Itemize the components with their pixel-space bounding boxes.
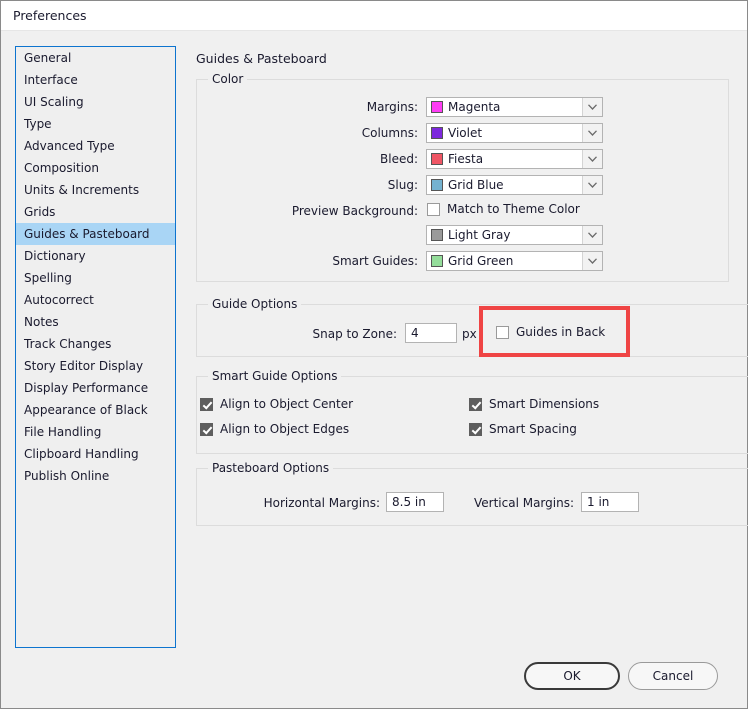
smart-guides-color-combo[interactable]: Grid Green xyxy=(426,251,603,271)
columns-color-combo[interactable]: Violet xyxy=(426,123,603,143)
chevron-down-icon[interactable] xyxy=(582,150,602,168)
sidebar-item-grids[interactable]: Grids xyxy=(16,201,175,223)
sidebar-item-display-performance[interactable]: Display Performance xyxy=(16,377,175,399)
guide-options-group-label: Guide Options xyxy=(208,297,302,311)
smart-guide-options-group: Smart Guide Options xyxy=(196,369,748,454)
snap-to-zone-label: Snap to Zone: xyxy=(312,327,397,341)
margins-color-combo-swatch xyxy=(431,101,443,113)
align-to-object-center-checkbox-checked-icon[interactable] xyxy=(200,397,213,411)
smart-guides-label: Smart Guides: xyxy=(332,254,418,268)
ok-button-label: OK xyxy=(563,669,581,683)
chevron-down-icon[interactable] xyxy=(582,176,602,194)
smart-dimensions[interactable]: Smart Dimensions xyxy=(469,397,599,411)
margins-color-combo[interactable]: Magenta xyxy=(426,97,603,117)
match-to-theme-color[interactable]: Match to Theme Color xyxy=(427,202,580,216)
columns-color-combo-value: Violet xyxy=(448,126,483,140)
align-to-object-edges-checkbox-checked-icon[interactable] xyxy=(200,422,213,436)
match-to-theme-color-label: Match to Theme Color xyxy=(447,202,580,216)
cancel-button[interactable]: Cancel xyxy=(628,662,718,690)
smart-spacing[interactable]: Smart Spacing xyxy=(469,422,577,436)
chevron-down-icon[interactable] xyxy=(582,226,602,244)
margins-color-combo-value: Magenta xyxy=(448,100,501,114)
preview-background-color-combo-value: Light Gray xyxy=(448,228,511,242)
sidebar-item-ui-scaling[interactable]: UI Scaling xyxy=(16,91,175,113)
preview-background-label: Preview Background: xyxy=(291,204,418,218)
title-bar: Preferences xyxy=(1,1,747,31)
sidebar-item-publish-online[interactable]: Publish Online xyxy=(16,465,175,487)
sidebar-item-file-handling[interactable]: File Handling xyxy=(16,421,175,443)
sidebar-item-advanced-type[interactable]: Advanced Type xyxy=(16,135,175,157)
slug-color-combo-value: Grid Blue xyxy=(448,178,504,192)
preferences-dialog: Preferences General Interface UI Scaling Ty… xyxy=(0,0,748,709)
sidebar-item-notes[interactable]: Notes xyxy=(16,311,175,333)
sidebar-item-spelling[interactable]: Spelling xyxy=(16,267,175,289)
preview-background-color-combo-swatch xyxy=(431,229,443,241)
smart-guides-color-combo-swatch xyxy=(431,255,443,267)
category-list[interactable]: General Interface UI Scaling Type Advanced T… xyxy=(15,46,176,648)
slug-color-combo[interactable]: Grid Blue xyxy=(426,175,603,195)
sidebar-item-appearance-of-black[interactable]: Appearance of Black xyxy=(16,399,175,421)
align-to-object-center[interactable]: Align to Object Center xyxy=(200,397,353,411)
columns-label: Columns: xyxy=(361,126,418,140)
bleed-label: Bleed: xyxy=(380,152,418,166)
slug-color-combo-swatch xyxy=(431,179,443,191)
horizontal-margins-label: Horizontal Margins: xyxy=(263,496,380,510)
cancel-button-label: Cancel xyxy=(652,669,694,683)
align-to-object-edges[interactable]: Align to Object Edges xyxy=(200,422,349,436)
snap-to-zone-unit: px xyxy=(462,327,477,341)
chevron-down-icon[interactable] xyxy=(582,252,602,270)
guides-in-back[interactable]: Guides in Back xyxy=(496,325,605,339)
vertical-margins-input[interactable]: 1 in xyxy=(581,492,639,512)
sidebar-item-dictionary[interactable]: Dictionary xyxy=(16,245,175,267)
pasteboard-options-group-label: Pasteboard Options xyxy=(208,461,334,475)
guides-in-back-label: Guides in Back xyxy=(516,325,606,339)
chevron-down-icon[interactable] xyxy=(582,124,602,142)
columns-color-combo-swatch xyxy=(431,127,443,139)
sidebar-item-units-increments[interactable]: Units & Increments xyxy=(16,179,175,201)
smart-spacing-label: Smart Spacing xyxy=(489,422,577,436)
smart-guides-color-combo-value: Grid Green xyxy=(448,254,514,268)
margins-label: Margins: xyxy=(366,100,418,114)
sidebar-item-guides-pasteboard[interactable]: Guides & Pasteboard xyxy=(16,223,175,245)
ok-button[interactable]: OK xyxy=(524,662,620,690)
preview-background-color-combo[interactable]: Light Gray xyxy=(426,225,603,245)
align-to-object-center-label: Align to Object Center xyxy=(220,397,354,411)
align-to-object-edges-label: Align to Object Edges xyxy=(220,422,350,436)
sidebar-item-track-changes[interactable]: Track Changes xyxy=(16,333,175,355)
vertical-margins-label: Vertical Margins: xyxy=(473,496,574,510)
match-to-theme-color-checkbox-unchecked-icon[interactable] xyxy=(427,202,440,216)
smart-spacing-checkbox-checked-icon[interactable] xyxy=(469,422,482,436)
sidebar-item-composition[interactable]: Composition xyxy=(16,157,175,179)
bleed-color-combo-value: Fiesta xyxy=(448,152,484,166)
sidebar-item-general[interactable]: General xyxy=(16,47,175,69)
bleed-color-combo[interactable]: Fiesta xyxy=(426,149,603,169)
bleed-color-combo-swatch xyxy=(431,153,443,165)
sidebar-item-type[interactable]: Type xyxy=(16,113,175,135)
window-title: Preferences xyxy=(13,8,87,23)
guides-in-back-checkbox-unchecked-icon[interactable] xyxy=(496,325,509,339)
page-title: Guides & Pasteboard xyxy=(196,51,327,66)
chevron-down-icon[interactable] xyxy=(582,98,602,116)
slug-label: Slug: xyxy=(387,178,418,192)
snap-to-zone-input[interactable]: 4 xyxy=(405,323,457,343)
color-group-label: Color xyxy=(208,72,248,86)
smart-guide-options-group-label: Smart Guide Options xyxy=(208,369,342,383)
smart-dimensions-checkbox-checked-icon[interactable] xyxy=(469,397,482,411)
sidebar-item-clipboard-handling[interactable]: Clipboard Handling xyxy=(16,443,175,465)
sidebar-item-story-editor-display[interactable]: Story Editor Display xyxy=(16,355,175,377)
horizontal-margins-input[interactable]: 8.5 in xyxy=(386,492,444,512)
sidebar-item-interface[interactable]: Interface xyxy=(16,69,175,91)
sidebar-item-autocorrect[interactable]: Autocorrect xyxy=(16,289,175,311)
smart-dimensions-label: Smart Dimensions xyxy=(489,397,600,411)
